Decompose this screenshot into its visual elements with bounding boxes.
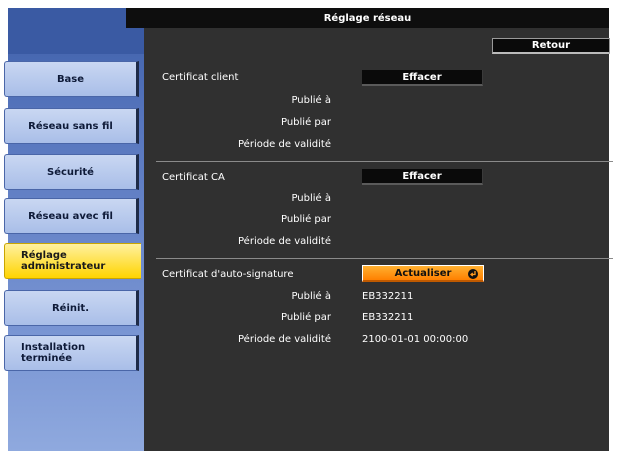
section-divider <box>156 258 613 259</box>
clear-button-label: Effacer <box>402 71 442 83</box>
sidebar-top-bar <box>8 8 144 54</box>
sidebar-item-installation-terminee[interactable]: Installation terminée <box>4 335 139 371</box>
refresh-button-label: Actualiser <box>394 267 452 279</box>
self-signed-issued-to-value: EB332211 <box>362 291 414 302</box>
ca-certificate-title: Certificat CA <box>162 172 225 183</box>
sidebar-item-securite[interactable]: Sécurité <box>4 154 139 190</box>
client-issued-to-label: Publié à <box>291 95 331 106</box>
self-signed-certificate-title: Certificat d'auto-signature <box>162 269 294 280</box>
sidebar-item-reinit[interactable]: Réinit. <box>4 290 139 326</box>
self-signed-validity-label: Période de validité <box>238 334 331 345</box>
sidebar-item-label: Réseau sans fil <box>28 120 113 132</box>
self-signed-issued-by-value: EB332211 <box>362 312 414 323</box>
ca-validity-label: Période de validité <box>238 236 331 247</box>
self-signed-issued-to-label: Publié à <box>291 291 331 302</box>
main-content <box>144 28 609 451</box>
enter-icon <box>468 269 478 279</box>
sidebar-item-reseau-avec-fil[interactable]: Réseau avec fil <box>4 198 139 234</box>
sidebar-item-label: Réinit. <box>51 302 90 314</box>
client-certificate-title: Certificat client <box>162 72 239 83</box>
page-title: Réglage réseau <box>126 8 609 28</box>
page-title-text: Réglage réseau <box>323 12 412 24</box>
refresh-button[interactable]: Actualiser <box>362 265 484 282</box>
back-button-label: Retour <box>531 40 571 51</box>
client-issued-by-label: Publié par <box>280 117 331 128</box>
client-validity-label: Période de validité <box>238 139 331 150</box>
ca-certificate-clear-button[interactable]: Effacer <box>362 169 483 185</box>
client-certificate-clear-button[interactable]: Effacer <box>362 70 483 86</box>
sidebar-item-label: Réglage administrateur <box>21 250 106 272</box>
sidebar-item-label: Base <box>56 73 85 85</box>
self-signed-issued-by-label: Publié par <box>280 312 331 323</box>
ca-issued-to-label: Publié à <box>291 193 331 204</box>
sidebar-item-reseau-sans-fil[interactable]: Réseau sans fil <box>4 108 139 144</box>
back-button[interactable]: Retour <box>492 38 610 54</box>
sidebar-item-label: Installation terminée <box>21 342 86 364</box>
sidebar-item-label: Sécurité <box>47 166 94 178</box>
ca-issued-by-label: Publié par <box>280 214 331 225</box>
clear-button-label: Effacer <box>402 170 442 182</box>
self-signed-validity-value: 2100-01-01 00:00:00 <box>362 334 469 345</box>
sidebar-item-base[interactable]: Base <box>4 61 139 97</box>
section-divider <box>156 161 613 162</box>
sidebar-item-label: Réseau avec fil <box>28 210 113 222</box>
sidebar-item-reglage-administrateur[interactable]: Réglage administrateur <box>4 243 141 279</box>
